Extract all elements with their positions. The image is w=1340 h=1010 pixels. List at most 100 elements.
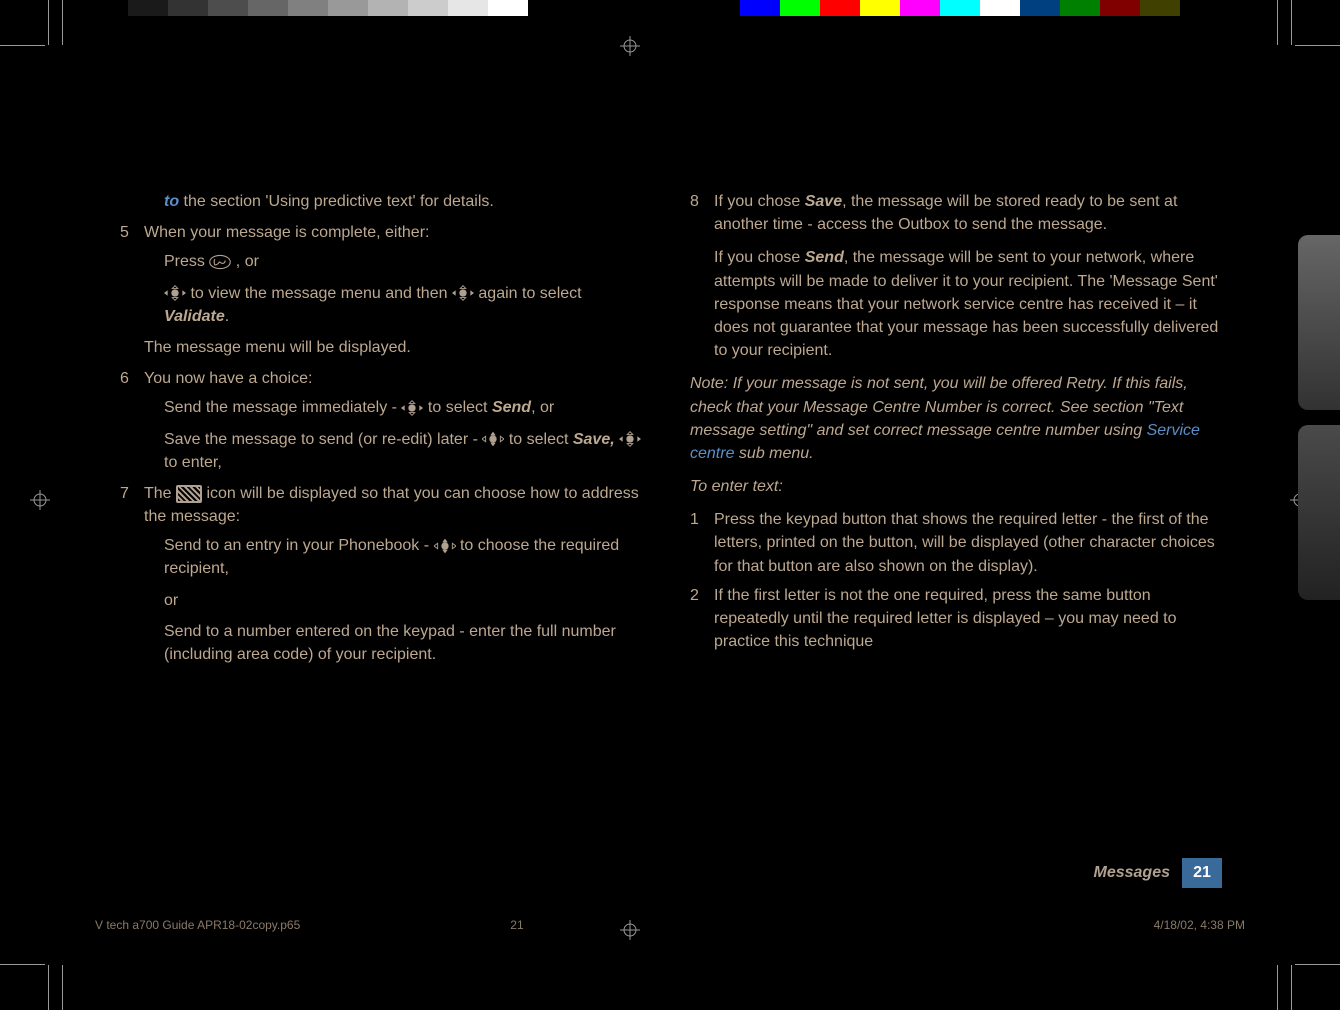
sub-item: Press , or: [164, 250, 650, 273]
list-item: 7 The icon will be displayed so that you…: [120, 482, 650, 528]
gray-swatch: [128, 0, 168, 16]
crop-mark: [1291, 965, 1292, 1010]
body-text: , or: [531, 399, 554, 416]
body-text: Note: If your message is not sent, you w…: [690, 375, 1188, 438]
crop-mark: [0, 45, 45, 46]
right-column: 8 If you chose Save, the message will be…: [690, 190, 1220, 830]
gray-swatch: [88, 0, 128, 16]
body-text: icon will be displayed so that you can c…: [144, 485, 639, 525]
color-swatch: [740, 0, 780, 16]
print-page: 21: [510, 918, 523, 932]
step-number: 6: [120, 367, 144, 390]
body-text: Save the message to send (or re-edit) la…: [164, 431, 482, 448]
gray-swatch: [488, 0, 528, 16]
left-column: to the section 'Using predictive text' f…: [120, 190, 650, 830]
nav-horizontal-icon: [452, 285, 474, 301]
nav-vertical-icon: [482, 431, 504, 447]
body-text: The: [144, 485, 176, 502]
crop-mark: [1295, 964, 1340, 965]
color-swatch: [1100, 0, 1140, 16]
menu-option: Validate: [164, 308, 225, 325]
sub-item: Save the message to send (or re-edit) la…: [164, 428, 650, 474]
list-item: 5 When your message is complete, either:: [120, 221, 650, 244]
body-text: to select: [509, 431, 573, 448]
body-text: If you chose Send, the message will be s…: [714, 246, 1220, 362]
body-text: the section 'Using predictive text' for …: [179, 193, 494, 210]
crop-mark: [1277, 965, 1278, 1010]
menu-option: Send: [805, 249, 844, 266]
step-text: If you chose Save, the message will be s…: [714, 190, 1220, 362]
registration-mark-icon: [30, 490, 50, 510]
list-item: 2 If the first letter is not the one req…: [690, 584, 1220, 654]
crop-mark: [48, 965, 49, 1010]
body-text: sub menu.: [734, 445, 813, 462]
list-item: 8 If you chose Save, the message will be…: [690, 190, 1220, 362]
thumb-tab: [1298, 425, 1340, 600]
color-swatches: [740, 0, 1180, 16]
body-text: to enter,: [164, 454, 222, 471]
color-swatch: [820, 0, 860, 16]
body-text: or: [164, 589, 650, 612]
registration-mark-icon: [620, 36, 640, 56]
step-text: If the first letter is not the one requi…: [714, 584, 1220, 654]
crop-mark: [1291, 0, 1292, 45]
list-item: 6 You now have a choice:: [120, 367, 650, 390]
color-swatch: [980, 0, 1020, 16]
address-icon: [176, 485, 202, 503]
body-text: Send the message immediately -: [164, 399, 401, 416]
color-swatch: [900, 0, 940, 16]
page-content: to the section 'Using predictive text' f…: [120, 190, 1220, 830]
gray-swatch: [408, 0, 448, 16]
color-swatch: [860, 0, 900, 16]
gray-swatch: [168, 0, 208, 16]
section-label: Messages: [1094, 864, 1171, 882]
menu-option: Save,: [573, 431, 615, 448]
thumb-tab: [1298, 235, 1340, 410]
color-swatch: [1060, 0, 1100, 16]
body-text: Press: [164, 253, 209, 270]
body-text: to the section 'Using predictive text' f…: [164, 190, 650, 213]
nav-horizontal-icon: [164, 285, 186, 301]
list-item: 1 Press the keypad button that shows the…: [690, 508, 1220, 578]
body-text: , or: [236, 253, 259, 270]
gray-swatch: [288, 0, 328, 16]
print-date: 4/18/02, 4:38 PM: [1154, 918, 1245, 932]
crop-mark: [62, 965, 63, 1010]
step-number: 2: [690, 584, 714, 654]
grayscale-swatches: [88, 0, 528, 16]
print-footer: V tech a700 Guide APR18-02copy.p65 21 4/…: [95, 918, 1245, 932]
gray-swatch: [248, 0, 288, 16]
body-text: to select: [428, 399, 492, 416]
body-text: again to select: [478, 285, 581, 302]
menu-option: Save: [805, 193, 842, 210]
color-swatch: [1020, 0, 1060, 16]
body-text: The message menu will be displayed.: [144, 336, 650, 359]
step-number: 5: [120, 221, 144, 244]
step-number: 7: [120, 482, 144, 528]
step-number: 1: [690, 508, 714, 578]
subheading: To enter text:: [690, 475, 1220, 498]
step-text: The icon will be displayed so that you c…: [144, 482, 650, 528]
body-text: If you chose: [714, 193, 805, 210]
crop-mark: [62, 0, 63, 45]
sub-item: to view the message menu and then again …: [164, 282, 650, 328]
gray-swatch: [448, 0, 488, 16]
gray-swatch: [328, 0, 368, 16]
note-text: Note: If your message is not sent, you w…: [690, 372, 1220, 465]
sub-item: Send to a number entered on the keypad -…: [164, 620, 650, 666]
page-footer-tab: Messages 21: [1094, 858, 1223, 888]
body-text: If you chose: [714, 249, 805, 266]
crop-mark: [0, 964, 45, 965]
link-to: to: [164, 193, 179, 210]
body-text: Send to an entry in your Phonebook -: [164, 537, 434, 554]
print-filename: V tech a700 Guide APR18-02copy.p65: [95, 918, 300, 932]
body-text: .: [225, 308, 229, 325]
color-swatch: [1140, 0, 1180, 16]
nav-horizontal-icon: [401, 400, 423, 416]
sub-item: Send to an entry in your Phonebook - to …: [164, 534, 650, 580]
color-swatch: [780, 0, 820, 16]
step-text: When your message is complete, either:: [144, 221, 650, 244]
crop-mark: [1295, 45, 1340, 46]
talk-key-icon: [209, 254, 231, 270]
crop-mark: [48, 0, 49, 45]
